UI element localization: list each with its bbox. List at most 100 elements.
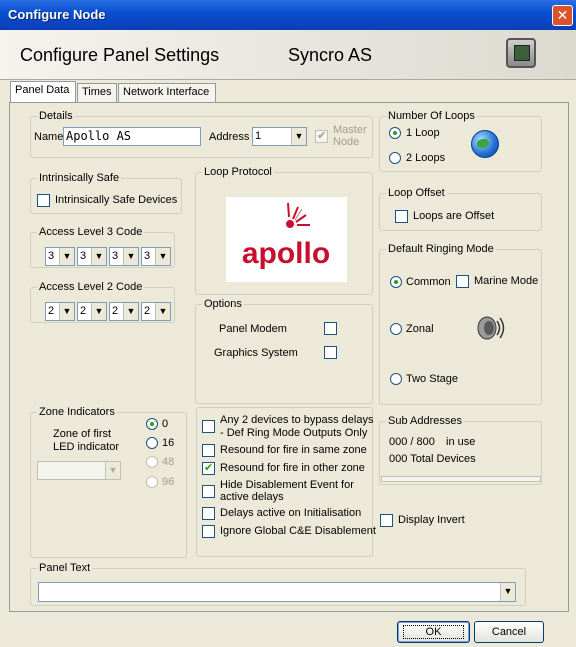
panel-modem-checkbox[interactable] — [324, 322, 337, 335]
display-invert-label: Display Invert — [398, 514, 465, 526]
zone-first-label-2: LED indicator — [53, 441, 120, 453]
globe-icon — [471, 130, 499, 158]
bypass-delays-checkbox[interactable] — [202, 420, 215, 433]
ring-zonal-label: Zonal — [406, 323, 434, 335]
zone-16-label: 16 — [162, 437, 175, 449]
zone-indicators-legend: Zone Indicators — [37, 406, 117, 418]
panel-text-select[interactable]: ▼ — [38, 582, 516, 602]
options-legend: Options — [202, 298, 244, 310]
loops-offset-checkbox[interactable] — [395, 210, 408, 223]
access-level-2-digit-3[interactable]: 2 ▼ — [109, 302, 139, 321]
tab-panel-data[interactable]: Panel Data — [10, 81, 76, 103]
zone-48-radio[interactable] — [146, 456, 158, 468]
ok-button[interactable]: OK — [397, 621, 470, 643]
access-level-2-digit-1[interactable]: 2 ▼ — [45, 302, 75, 321]
number-of-loops-group: Number Of Loops — [379, 110, 542, 172]
chevron-down-icon: ▼ — [59, 248, 74, 265]
name-label: Name — [34, 131, 64, 143]
default-ringing-mode-group: Default Ringing Mode — [379, 243, 542, 405]
speaker-icon — [476, 314, 506, 342]
loops-offset-label: Loops are Offset — [413, 210, 495, 222]
hide-disablement-checkbox[interactable] — [202, 485, 215, 498]
configure-node-window: Configure Node ✕ Configure Panel Setting… — [0, 0, 576, 647]
master-node-checkbox[interactable] — [315, 129, 328, 143]
header-banner: Configure Panel Settings Syncro AS — [0, 30, 576, 80]
tab-times[interactable]: Times — [77, 83, 117, 102]
delays-initialisation-label: Delays active on Initialisation — [220, 507, 362, 519]
address-value: 1 — [255, 130, 262, 142]
intrinsically-safe-checkbox[interactable] — [37, 194, 50, 207]
access-level-3-digit-4[interactable]: 3 ▼ — [141, 247, 171, 266]
hide-disablement-label-2: active delays — [220, 491, 284, 503]
sub-address-in-use: in use — [446, 436, 476, 448]
digit-value: 3 — [48, 250, 55, 262]
digit-value: 3 — [112, 250, 119, 262]
window-title: Configure Node — [8, 7, 106, 22]
digit-value: 2 — [48, 305, 55, 317]
access-level-3-digit-2[interactable]: 3 ▼ — [77, 247, 107, 266]
digit-value: 2 — [112, 305, 119, 317]
hide-disablement-label-1: Hide Disablement Event for — [220, 479, 354, 491]
access-level-3-digit-1[interactable]: 3 ▼ — [45, 247, 75, 266]
display-invert-checkbox[interactable] — [380, 514, 393, 527]
graphics-system-label: Graphics System — [214, 347, 298, 359]
graphics-system-checkbox[interactable] — [324, 346, 337, 359]
sub-addresses-legend: Sub Addresses — [386, 415, 464, 427]
chevron-down-icon: ▼ — [123, 303, 138, 320]
cancel-button[interactable]: Cancel — [474, 621, 544, 643]
intrinsically-safe-legend: Intrinsically Safe — [37, 172, 122, 184]
marine-mode-checkbox[interactable] — [456, 275, 469, 288]
details-legend: Details — [37, 110, 75, 122]
access-level-3-digit-3[interactable]: 3 ▼ — [109, 247, 139, 266]
resound-other-zone-checkbox[interactable] — [202, 461, 215, 475]
zone-first-label-1: Zone of first — [53, 428, 112, 440]
master-node-label: Master Node — [333, 124, 367, 148]
one-loop-radio[interactable] — [389, 127, 401, 139]
default-ringing-mode-legend: Default Ringing Mode — [386, 243, 496, 255]
sub-address-usage: 000 / 800 — [389, 436, 435, 448]
resound-same-zone-label: Resound for fire in same zone — [220, 444, 367, 456]
apollo-logo-text: apollo — [242, 237, 330, 270]
access-level-2-digit-4[interactable]: 2 ▼ — [141, 302, 171, 321]
chevron-down-icon: ▼ — [105, 462, 120, 479]
sub-address-total: 000 Total Devices — [389, 453, 476, 465]
chevron-down-icon: ▼ — [59, 303, 74, 320]
close-button[interactable]: ✕ — [552, 5, 573, 26]
delays-initialisation-checkbox[interactable] — [202, 507, 215, 520]
ring-two-stage-radio[interactable] — [390, 373, 402, 385]
apollo-logo-graphic: apollo — [242, 202, 330, 270]
name-input[interactable]: Apollo AS — [63, 127, 201, 146]
bypass-delays-label-1: Any 2 devices to bypass delays — [220, 414, 374, 426]
two-loops-radio[interactable] — [389, 152, 401, 164]
ignore-global-ce-label: Ignore Global C&E Disablement — [220, 525, 376, 537]
zone-16-radio[interactable] — [146, 437, 158, 449]
loop-offset-legend: Loop Offset — [386, 187, 447, 199]
zone-0-radio[interactable] — [146, 418, 158, 430]
intrinsically-safe-label: Intrinsically Safe Devices — [55, 194, 178, 206]
ring-zonal-radio[interactable] — [390, 323, 402, 335]
ok-label: OK — [402, 625, 465, 639]
address-select[interactable]: 1 ▼ — [252, 127, 307, 146]
sub-address-scrollbar[interactable] — [381, 476, 541, 482]
chevron-down-icon: ▼ — [500, 583, 515, 601]
resound-other-zone-label: Resound for fire in other zone — [220, 462, 365, 474]
ignore-global-ce-checkbox[interactable] — [202, 525, 215, 538]
title-bar: Configure Node ✕ — [0, 0, 576, 30]
chevron-down-icon: ▼ — [291, 128, 306, 145]
panel-icon — [506, 38, 536, 68]
access-level-2-digit-2[interactable]: 2 ▼ — [77, 302, 107, 321]
resound-same-zone-checkbox[interactable] — [202, 444, 215, 457]
zone-96-radio[interactable] — [146, 476, 158, 488]
ring-common-radio[interactable] — [390, 276, 402, 288]
access-level-2-legend: Access Level 2 Code — [37, 281, 145, 293]
marine-mode-label: Marine Mode — [474, 275, 539, 287]
tab-network-interface[interactable]: Network Interface — [118, 83, 216, 102]
access-level-3-legend: Access Level 3 Code — [37, 226, 145, 238]
one-loop-label: 1 Loop — [406, 127, 440, 139]
zone-96-label: 96 — [162, 476, 175, 488]
panel-modem-label: Panel Modem — [219, 323, 287, 335]
ring-common-label: Common — [406, 276, 451, 288]
chevron-down-icon: ▼ — [155, 248, 170, 265]
chevron-down-icon: ▼ — [91, 248, 106, 265]
zone-led-select[interactable]: ▼ — [37, 461, 121, 480]
